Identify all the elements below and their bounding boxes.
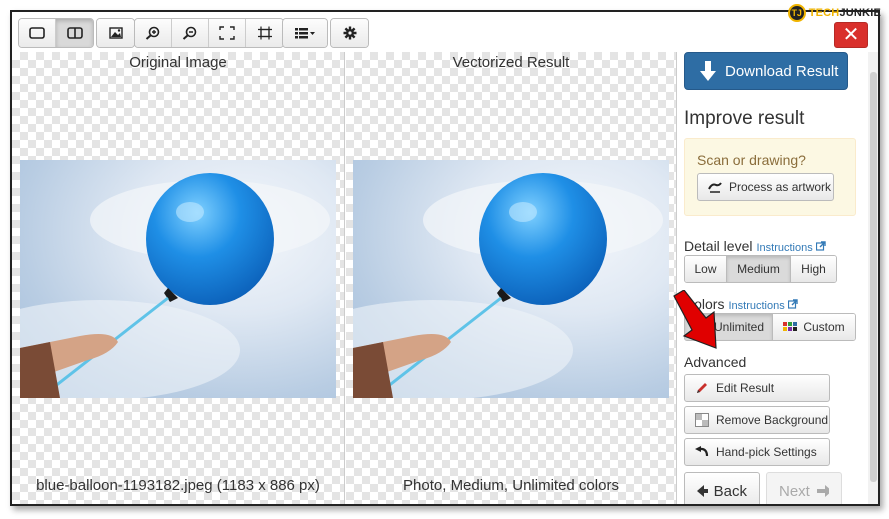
- detail-level-heading: Detail level Instructions: [684, 238, 826, 254]
- techjunkie-logo: TJ TECHJUNKIE: [787, 3, 881, 23]
- detail-high-button[interactable]: High: [791, 256, 836, 282]
- detail-level-label: Detail level: [684, 238, 753, 254]
- vectorized-photo[interactable]: [353, 160, 669, 398]
- colors-instructions-link[interactable]: Instructions: [728, 299, 798, 312]
- zoom-out-button[interactable]: [172, 19, 209, 47]
- zoom-in-button[interactable]: [135, 19, 172, 47]
- close-icon: ✕: [842, 24, 860, 46]
- advanced-heading: Advanced: [684, 354, 747, 370]
- back-button[interactable]: Back: [684, 472, 760, 504]
- logo-circle: TJ: [787, 4, 806, 22]
- toolbar: ✕: [12, 12, 878, 52]
- detail-medium-button[interactable]: Medium: [727, 256, 791, 282]
- back-label: Back: [713, 482, 747, 500]
- balloon-photo-original: [20, 173, 330, 398]
- detail-instructions-link[interactable]: Instructions: [756, 241, 826, 254]
- image-button[interactable]: [97, 19, 134, 47]
- list-menu-icon: [295, 28, 315, 39]
- edit-result-label: Edit Result: [716, 381, 775, 395]
- scan-question: Scan or drawing?: [697, 152, 806, 168]
- split-view-icon: [66, 27, 83, 39]
- list-group: [282, 18, 328, 48]
- artwork-icon: [708, 182, 722, 193]
- image-icon: [108, 27, 123, 39]
- remove-background-label: Remove Background: [716, 413, 829, 427]
- zoom-out-icon: [182, 26, 197, 40]
- download-result-button[interactable]: Download Result: [684, 52, 848, 90]
- actual-size-icon: [257, 26, 272, 40]
- settings-group: [330, 18, 369, 48]
- arrow-right-icon: [816, 485, 829, 497]
- original-image-panel: Original Image blue-balloon-1193182.jpeg…: [12, 52, 345, 504]
- single-view-icon: [29, 27, 45, 39]
- next-button[interactable]: Next: [766, 472, 842, 504]
- color-palette-icon: [783, 322, 798, 331]
- scan-or-drawing-box: Scan or drawing? Process as artwork: [684, 138, 856, 216]
- detail-low-button[interactable]: Low: [685, 256, 727, 282]
- vectorized-result-title: Vectorized Result: [452, 54, 570, 71]
- app-window: ✕ Original Image blue-balloon-1193182.jp…: [10, 10, 880, 506]
- colors-custom-button[interactable]: Custom: [773, 314, 855, 340]
- improve-result-heading: Improve result: [684, 108, 805, 129]
- vectorized-result-panel: Vectorized Result Photo, Medium, Unlimit…: [346, 52, 677, 504]
- detail-level-selector: Low Medium High: [684, 255, 837, 283]
- gear-icon: [343, 26, 356, 40]
- arrow-left-icon: [697, 485, 708, 497]
- next-label: Next: [779, 482, 810, 500]
- balloon-photo-vectorized: [353, 173, 663, 398]
- image-group: [96, 18, 135, 48]
- download-result-label: Download Result: [725, 62, 839, 80]
- list-menu-button[interactable]: [283, 19, 327, 47]
- original-image-caption: blue-balloon-1193182.jpeg (1183 x 886 px…: [36, 477, 320, 494]
- download-arrow-icon: [700, 61, 716, 81]
- checkerboard-icon: [695, 413, 709, 427]
- sidebar-scrollbar[interactable]: [868, 52, 878, 504]
- split-view-button[interactable]: [56, 19, 93, 47]
- fit-frame-icon: [219, 26, 235, 40]
- zoom-in-icon: [145, 26, 160, 40]
- original-image-title: Original Image: [129, 54, 227, 71]
- annotation-arrow-icon: [673, 290, 717, 349]
- remove-background-button[interactable]: Remove Background: [684, 406, 830, 434]
- settings-button[interactable]: [331, 19, 368, 47]
- edit-result-button[interactable]: Edit Result: [684, 374, 830, 402]
- single-view-button[interactable]: [19, 19, 56, 47]
- hand-pick-settings-label: Hand-pick Settings: [716, 445, 817, 459]
- view-mode-group: [18, 18, 94, 48]
- fit-frame-button[interactable]: [209, 19, 246, 47]
- logo-text: TECHJUNKIE: [808, 7, 881, 19]
- colors-custom-label: Custom: [803, 320, 845, 334]
- pencil-icon: [697, 383, 707, 393]
- scrollbar-thumb[interactable]: [870, 72, 877, 482]
- undo-arrow-icon: [695, 446, 709, 457]
- process-as-artwork-button[interactable]: Process as artwork: [697, 173, 834, 201]
- process-as-artwork-label: Process as artwork: [729, 180, 832, 194]
- sidebar: Download Result Improve result Scan or d…: [673, 52, 878, 504]
- actual-size-button[interactable]: [246, 19, 283, 47]
- external-link-icon: [787, 299, 798, 309]
- zoom-group: [134, 18, 284, 48]
- external-link-icon: [815, 241, 826, 251]
- vectorized-result-caption: Photo, Medium, Unlimited colors: [403, 477, 619, 494]
- original-photo[interactable]: [20, 160, 336, 398]
- hand-pick-settings-button[interactable]: Hand-pick Settings: [684, 438, 830, 466]
- close-button[interactable]: ✕: [834, 22, 868, 48]
